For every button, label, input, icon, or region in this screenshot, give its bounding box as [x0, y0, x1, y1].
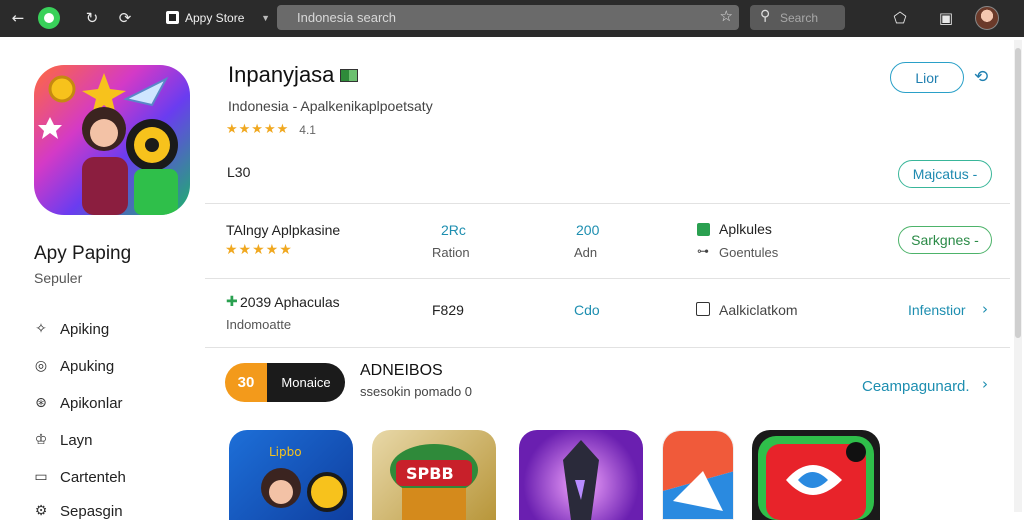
- settings-dropdown[interactable]: Sarkgnes -: [898, 226, 992, 254]
- promo-badge-label: Monaice: [267, 363, 345, 402]
- app-subtitle: Indonesia - Apalkenikaplpoetsaty: [228, 98, 433, 114]
- svg-text:Lipbo: Lipbo: [269, 445, 302, 459]
- stat-value: F829: [432, 302, 464, 318]
- star-rating: ★★★★★: [226, 122, 290, 137]
- sidebar-item-label: Apiking: [60, 320, 110, 338]
- chevron-right-icon[interactable]: ›: [982, 375, 988, 393]
- more-label: Majcatus -: [912, 166, 978, 182]
- rating-row: ★★★★★ 4.1: [226, 122, 316, 137]
- compass-icon: ◎: [34, 358, 48, 374]
- puzzle-icon: ✧: [35, 321, 47, 337]
- divider: [205, 203, 1010, 204]
- app-thumbnail[interactable]: [662, 430, 734, 520]
- sidebar-item-label: Apuking: [60, 357, 115, 375]
- chevron-right-icon[interactable]: ›: [982, 300, 988, 318]
- stat-value: Aalkiclatkom: [719, 302, 798, 318]
- category-label: Goentules: [719, 245, 779, 260]
- info-link[interactable]: Infenstior: [908, 302, 966, 318]
- sidebar-item-label: Layn: [60, 431, 93, 449]
- sidebar-item-cartenteh[interactable]: ▭ Cartenteh: [32, 466, 126, 488]
- sidebar-item-apikonlar[interactable]: ⊛ Apikonlar: [32, 392, 123, 414]
- stat-label: Adn: [574, 245, 598, 260]
- promo-title: ADNEIBOS: [360, 362, 443, 379]
- app-developer: Sepuler: [34, 270, 83, 286]
- search-icon: ⚲: [760, 8, 771, 24]
- sidebar-item-label: Apikonlar: [60, 394, 123, 412]
- install-button[interactable]: Lior: [890, 62, 964, 93]
- sidebar-item-sepasgin[interactable]: ⚙ Sepasgin: [32, 500, 123, 522]
- star-rating: ★★★★★: [225, 242, 293, 258]
- category-icon: [697, 223, 710, 236]
- tab-favicon-icon: [166, 11, 179, 24]
- sidebar-item-layn[interactable]: ♔ Layn: [32, 429, 93, 451]
- app-title: Inpanyjasa: [228, 62, 335, 87]
- address-text[interactable]: Indonesia search: [297, 10, 396, 25]
- sidebar-item-label: Cartenteh: [60, 468, 126, 486]
- address-bar[interactable]: Indonesia search ☆: [277, 5, 739, 30]
- gamepad-icon: ⊛: [35, 395, 47, 411]
- app-icon-image: [34, 65, 190, 215]
- avatar[interactable]: [975, 6, 999, 30]
- app-thumbnail[interactable]: SPBB: [372, 430, 496, 520]
- cards-icon: ▭: [34, 469, 48, 485]
- search-placeholder: Search: [780, 11, 819, 25]
- stat-value: 200: [576, 222, 600, 238]
- search-input[interactable]: ⚲ Search: [750, 5, 845, 30]
- stat-value: Cdo: [574, 302, 600, 318]
- downloads-label: 2039 Aphaculas: [240, 294, 340, 310]
- stat-value: 2Rc: [441, 222, 466, 238]
- app-thumbnail[interactable]: Lipbo: [229, 430, 353, 520]
- rating-value: 4.1: [299, 122, 316, 137]
- app-name: Apy Paping: [34, 243, 132, 264]
- sidebar-item-label: Sepasgin: [60, 502, 123, 520]
- install-label: Lior: [915, 69, 939, 86]
- browser-tab[interactable]: Appy Store ▼: [166, 5, 270, 30]
- ratings-label: TAlngy Aplpkasine: [226, 222, 341, 238]
- gear-icon: ⚙: [34, 503, 48, 519]
- bookmark-star-icon[interactable]: ☆: [720, 7, 733, 25]
- more-dropdown[interactable]: Majcatus -: [898, 160, 992, 188]
- stat-label: Ration: [432, 245, 470, 260]
- share-icon[interactable]: ⟲: [974, 67, 988, 87]
- promo-subtitle: ssesokin pomado 0: [360, 384, 473, 399]
- refresh-icon[interactable]: ⟳: [115, 8, 135, 28]
- divider: [205, 278, 1010, 279]
- promo-badge-number: 30: [225, 363, 267, 402]
- svg-text:SPBB: SPBB: [406, 464, 454, 483]
- back-arrow-icon[interactable]: ←: [8, 8, 28, 28]
- category-value: Aplkules: [719, 221, 772, 237]
- checkbox-icon[interactable]: [696, 302, 710, 316]
- sidebar-item-apiking[interactable]: ✧ Apiking: [32, 318, 109, 340]
- crown-icon: ♔: [34, 432, 48, 448]
- browser-toolbar: ← ↻ ⟳ Appy Store ▼ Indonesia search ☆ ⚲ …: [0, 0, 1024, 37]
- reload-icon[interactable]: ↻: [82, 8, 102, 28]
- divider: [205, 347, 1010, 348]
- app-thumbnail[interactable]: [752, 430, 880, 520]
- settings-label: Sarkgnes -: [911, 232, 979, 248]
- page-title: Inpanyjasa: [228, 62, 359, 88]
- app-thumbnail[interactable]: [519, 430, 643, 520]
- promo-badge[interactable]: 30 Monaice: [225, 363, 345, 402]
- plus-icon: ✚: [226, 294, 238, 310]
- record-icon[interactable]: [38, 7, 60, 29]
- extension-icon[interactable]: ⬠: [890, 8, 910, 28]
- downloads-sub: Indomoatte: [226, 317, 292, 332]
- scrollbar-thumb[interactable]: [1015, 48, 1021, 338]
- window-icon[interactable]: ▣: [936, 8, 956, 28]
- campaign-link[interactable]: Ceampagunard.: [862, 378, 970, 395]
- app-size: L30: [227, 164, 251, 180]
- chevron-down-icon[interactable]: ▼: [261, 13, 270, 23]
- flag-icon: [340, 68, 359, 82]
- link-icon: ⊶: [697, 244, 709, 258]
- tab-title: Appy Store: [185, 10, 245, 25]
- sidebar-item-apuking[interactable]: ◎ Apuking: [32, 355, 114, 377]
